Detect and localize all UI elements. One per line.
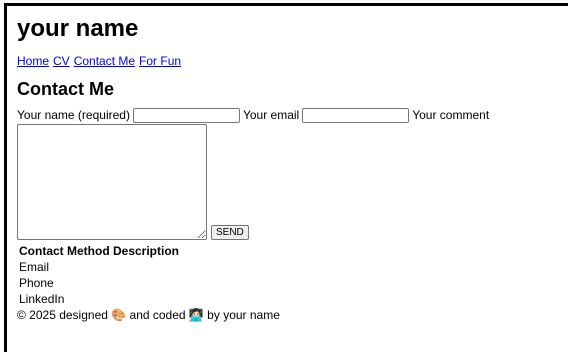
email-input[interactable] xyxy=(302,107,410,123)
main-content: your name Home CV Contact Me For Fun Contac… xyxy=(17,14,565,323)
send-button[interactable]: SEND xyxy=(211,225,249,240)
form-fields-row: Your name (required) Your email Your com… xyxy=(17,107,565,123)
site-title: your name xyxy=(17,15,139,42)
name-input[interactable] xyxy=(132,107,240,123)
nav-link-contact-me[interactable]: Contact Me xyxy=(74,54,135,68)
nav-link-cv[interactable]: CV xyxy=(53,54,70,68)
contact-methods-header: Contact Method Description xyxy=(19,244,180,258)
nav-link-home[interactable]: Home xyxy=(17,54,49,68)
contact-method-phone: Phone xyxy=(19,276,54,290)
page-frame: your name Home CV Contact Me For Fun Contac… xyxy=(4,3,568,352)
nav-bar: Home CV Contact Me For Fun xyxy=(17,53,565,69)
email-label: Your email xyxy=(242,108,300,122)
contact-form: Your name (required) Your email Your com… xyxy=(17,107,565,240)
contact-method-email: Email xyxy=(19,260,50,274)
page-heading: Contact Me xyxy=(17,79,115,99)
footer-text: © 2025 designed 🎨 and coded 👩🏻‍💻 by your… xyxy=(17,308,280,322)
nav-link-for-fun[interactable]: For Fun xyxy=(139,54,181,68)
name-label: Your name (required) xyxy=(17,108,130,122)
contact-methods-table: Contact Method Description Email Phone L… xyxy=(17,243,565,307)
form-comment-row: SEND xyxy=(17,124,565,240)
comment-textarea[interactable] xyxy=(17,124,207,240)
contact-method-linkedin: LinkedIn xyxy=(19,292,65,306)
comment-label: Your comment xyxy=(412,108,490,122)
